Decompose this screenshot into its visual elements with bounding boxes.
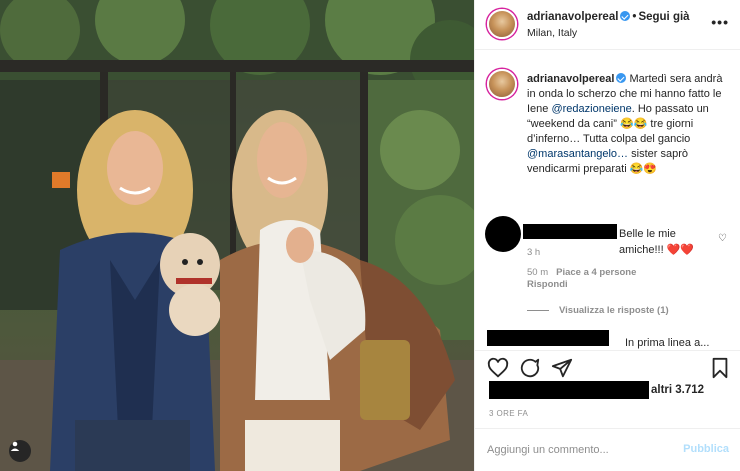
view-replies-label: Visualizza le risposte (1)	[559, 305, 669, 316]
mention-link[interactable]: @redazioneiene	[551, 103, 631, 115]
publish-button[interactable]: Pubblica	[683, 443, 729, 455]
redacted-username	[523, 224, 617, 239]
replies-line	[527, 310, 549, 311]
comments-list[interactable]: adrianavolpereal Martedì sera andrà in o…	[475, 51, 740, 349]
verified-icon	[616, 73, 627, 83]
comment-like-heart-icon[interactable]: ♡	[718, 233, 727, 244]
likes-row: altri 3.712	[475, 380, 740, 400]
separator-dot: •	[632, 11, 637, 23]
bookmark-icon[interactable]	[709, 357, 731, 379]
heart-icon[interactable]	[487, 357, 509, 379]
location-link[interactable]: Milan, Italy	[527, 27, 577, 39]
avatar[interactable]	[487, 9, 517, 39]
post-date[interactable]: 3 ORE FA	[489, 409, 528, 418]
view-replies-button[interactable]: Visualizza le risposte (1)	[527, 305, 669, 316]
comment-meta: 50 m Piace a 4 persone	[527, 267, 644, 278]
follow-status-button[interactable]: Segui già	[638, 11, 689, 23]
post-side-panel: adrianavolpereal • Segui già Milan, Italy …	[474, 0, 740, 471]
user-tag-button[interactable]	[9, 440, 31, 462]
post-header: adrianavolpereal • Segui già Milan, Italy …	[475, 0, 740, 50]
caption: adrianavolpereal Martedì sera andrà in o…	[527, 72, 731, 177]
comment-likes[interactable]: Piace a 4 persone	[556, 267, 636, 278]
caption-timestamp[interactable]: 3 h	[527, 247, 540, 258]
comment-text: Belle le mie amiche!!! ❤️❤️	[619, 228, 695, 256]
redacted-likers	[489, 381, 649, 399]
verified-icon	[620, 11, 631, 21]
photo-illustration	[0, 0, 474, 471]
header-username[interactable]: adrianavolpereal	[527, 11, 618, 23]
likes-count[interactable]: altri 3.712	[651, 384, 704, 396]
comment-composer: Pubblica	[475, 428, 740, 471]
mention-link[interactable]: @marasantangelo…	[527, 148, 628, 160]
share-icon[interactable]	[551, 357, 573, 379]
caption-avatar[interactable]	[487, 69, 517, 99]
user-tag-icon	[10, 441, 20, 451]
comment-icon[interactable]	[519, 357, 541, 379]
redacted-username	[487, 330, 609, 346]
post-photo[interactable]	[0, 0, 474, 471]
header-username-row: adrianavolpereal • Segui già	[527, 11, 690, 23]
more-icon[interactable]: •••	[711, 14, 729, 30]
comment-time[interactable]: 50 m	[527, 267, 548, 278]
caption-username[interactable]: adrianavolpereal	[527, 73, 614, 85]
reply-button[interactable]: Rispondi	[527, 279, 568, 290]
comment-input[interactable]	[487, 441, 667, 459]
next-comment-text: In prima linea a...	[625, 337, 710, 349]
comment-avatar[interactable]	[485, 216, 521, 252]
